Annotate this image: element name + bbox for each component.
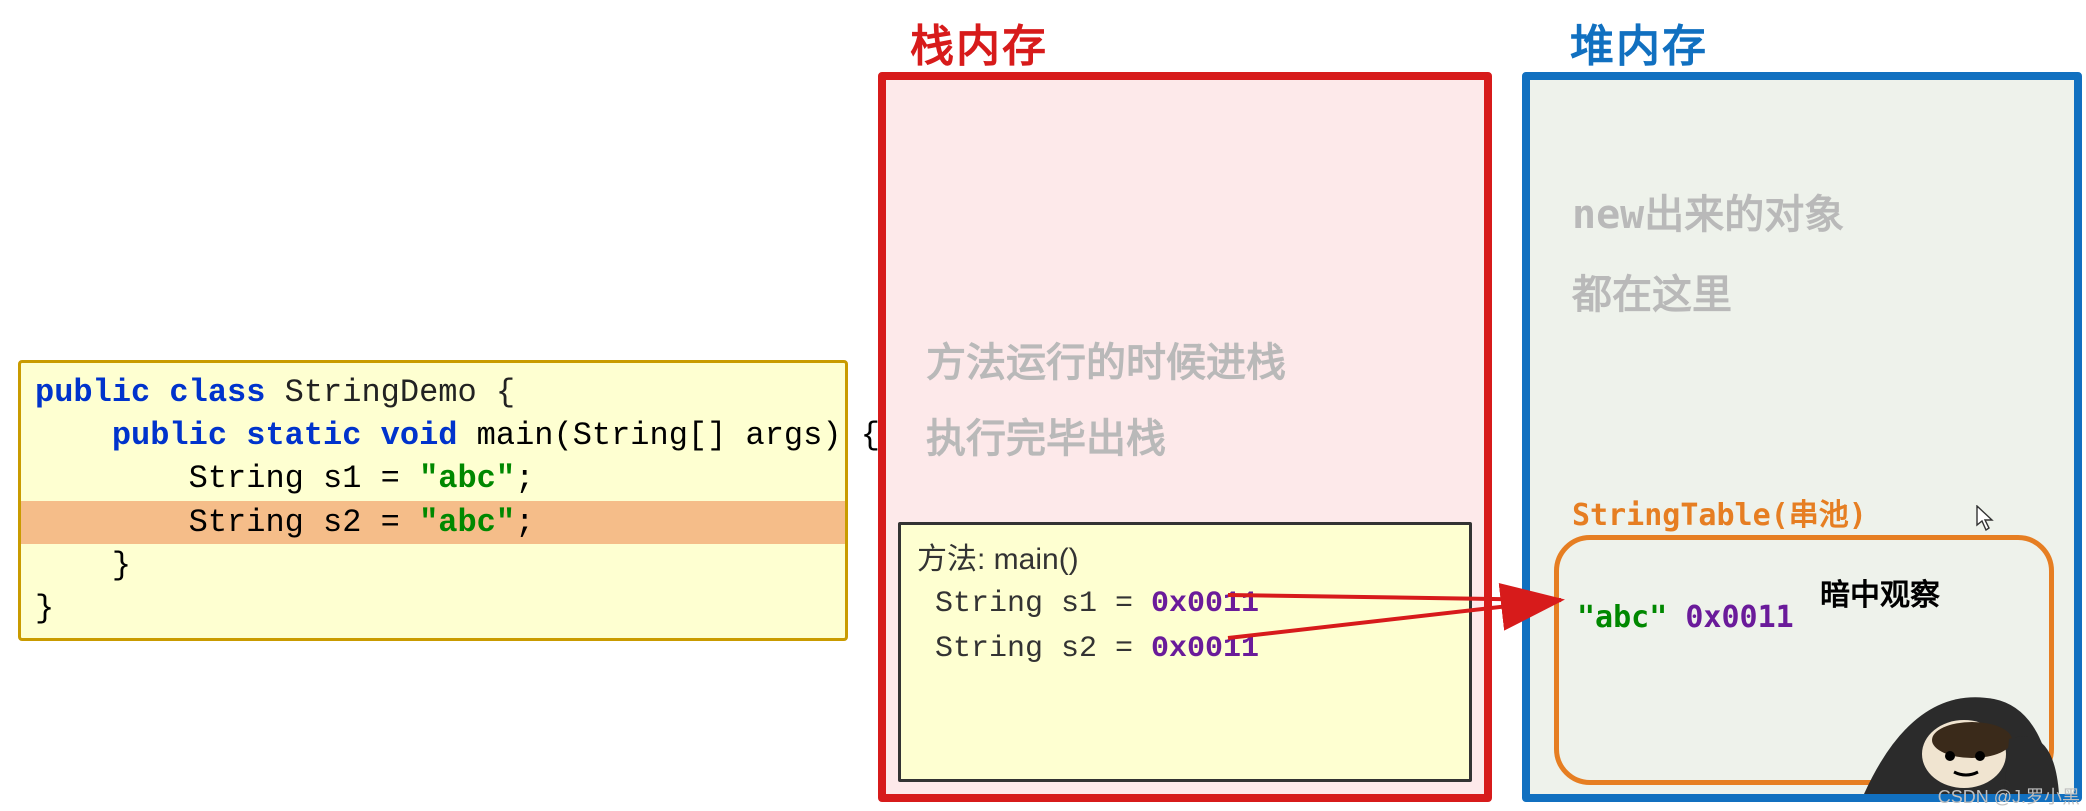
code-panel: public class StringDemo { public static … bbox=[18, 360, 848, 641]
stack-var-lhs: String s1 = bbox=[917, 587, 1151, 621]
string-literal: "abc" bbox=[419, 504, 515, 541]
heap-heading: 堆内存 bbox=[1570, 10, 1708, 74]
stack-var-s2: String s2 = 0x0011 bbox=[917, 627, 1453, 672]
code-text: ; bbox=[515, 504, 534, 541]
method-frame-title: 方法: main() bbox=[917, 537, 1453, 582]
stack-heading: 栈内存 bbox=[910, 10, 1048, 74]
memory-address: 0x0011 bbox=[1151, 587, 1259, 621]
string-table-label: StringTable(串池) bbox=[1572, 490, 1867, 534]
heap-watermark-line-2: 都在这里 bbox=[1572, 255, 1844, 335]
keyword-static: static bbox=[246, 417, 361, 454]
code-text: main(String[] args) { bbox=[457, 417, 879, 454]
code-line-3: String s1 = "abc"; bbox=[21, 457, 845, 500]
stack-var-lhs: String s2 = bbox=[917, 632, 1151, 666]
code-line-5: } bbox=[21, 544, 845, 587]
method-frame-main: 方法: main() String s1 = 0x0011 String s2 … bbox=[898, 522, 1472, 782]
keyword-public: public bbox=[35, 374, 150, 411]
code-line-6: } bbox=[21, 587, 845, 630]
heap-watermark-line-1: new出来的对象 bbox=[1572, 175, 1844, 255]
code-text: ; bbox=[515, 460, 534, 497]
stack-watermark-line-1: 方法运行的时候进栈 bbox=[926, 325, 1286, 401]
keyword-class: class bbox=[169, 374, 265, 411]
string-table-entry: "abc" 0x0011 bbox=[1577, 600, 1794, 635]
keyword-public: public bbox=[112, 417, 227, 454]
code-text: String s2 = bbox=[35, 504, 419, 541]
peeking-character-icon bbox=[1854, 644, 2064, 794]
string-literal: "abc" bbox=[419, 460, 515, 497]
stack-memory-box: 方法运行的时候进栈 执行完毕出栈 方法: main() String s1 = … bbox=[878, 72, 1492, 802]
code-text: StringDemo { bbox=[265, 374, 515, 411]
memory-address: 0x0011 bbox=[1151, 632, 1259, 666]
code-text: String s1 = bbox=[35, 460, 419, 497]
mouse-cursor-icon bbox=[1976, 505, 1994, 531]
code-line-1: public class StringDemo { bbox=[21, 371, 845, 414]
stack-var-s1: String s1 = 0x0011 bbox=[917, 582, 1453, 627]
stack-watermark: 方法运行的时候进栈 执行完毕出栈 bbox=[926, 325, 1286, 477]
heap-memory-box: new出来的对象 都在这里 StringTable(串池) "abc" 0x00… bbox=[1522, 72, 2082, 802]
code-line-4-highlighted: String s2 = "abc"; bbox=[21, 501, 845, 544]
corner-watermark: CSDN @J.罗小黑 bbox=[1938, 783, 2080, 809]
heap-watermark: new出来的对象 都在这里 bbox=[1572, 175, 1844, 335]
stack-watermark-line-2: 执行完毕出栈 bbox=[926, 401, 1286, 477]
keyword-void: void bbox=[381, 417, 458, 454]
code-line-2: public static void main(String[] args) { bbox=[21, 414, 845, 457]
watch-caption: 暗中观察 bbox=[1820, 570, 1940, 614]
string-literal: "abc" bbox=[1577, 600, 1667, 635]
memory-address: 0x0011 bbox=[1685, 600, 1793, 635]
